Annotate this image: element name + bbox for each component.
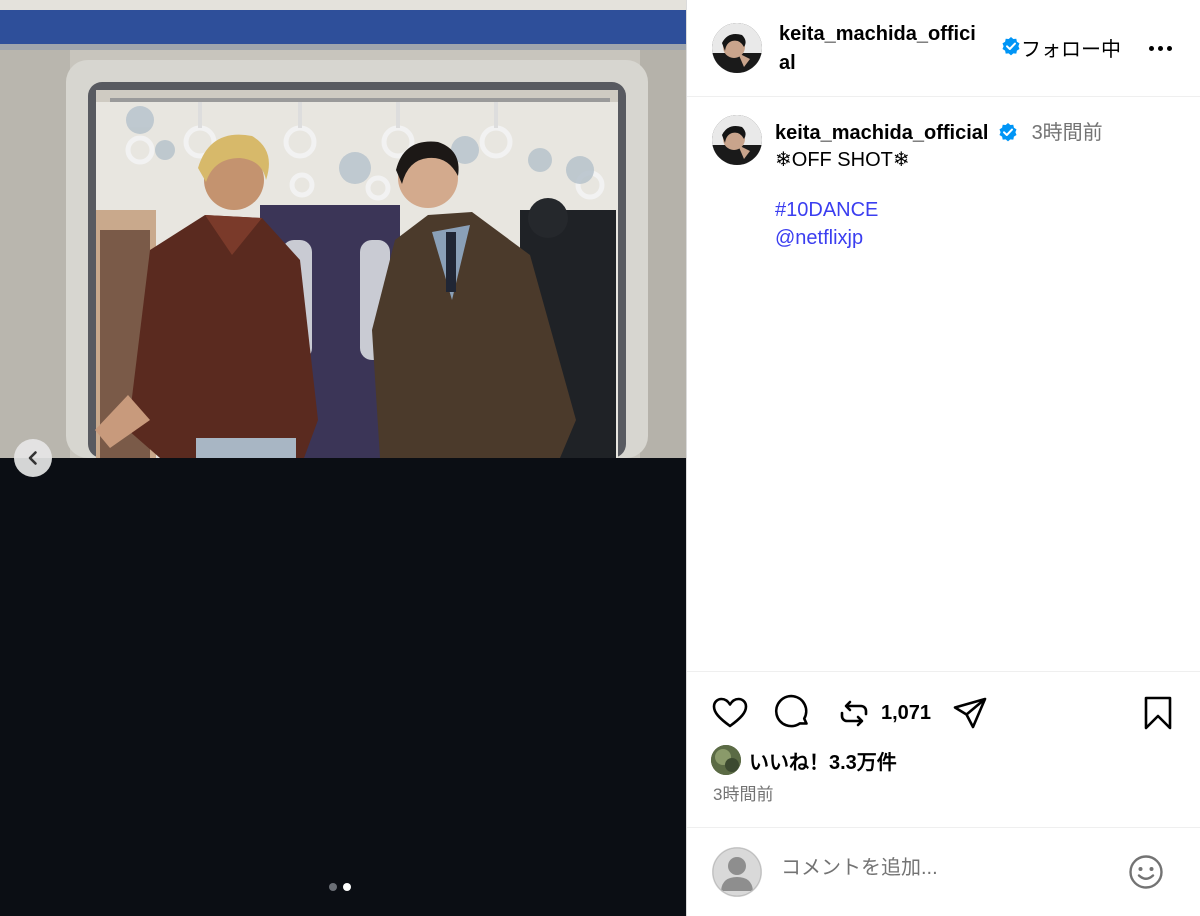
caption-text: ❄OFF SHOT❄: [775, 149, 910, 171]
carousel-dot: [329, 883, 337, 891]
verified-badge-icon: [1002, 37, 1020, 56]
share-icon[interactable]: [951, 694, 989, 732]
repost-count: 1,071: [881, 702, 932, 724]
viewer-avatar: [712, 847, 762, 897]
hashtag-link[interactable]: #10DANCE: [775, 199, 878, 222]
post-caption: keita_machida_official 3時間前 ❄OFF SHOT❄ #…: [687, 98, 1200, 670]
bookmark-icon[interactable]: [1139, 694, 1177, 732]
author-avatar[interactable]: [712, 23, 762, 73]
post-header: keita_machida_offici al フォロー中: [687, 0, 1200, 97]
username-line-2: al: [779, 52, 796, 74]
liker-avatar: [711, 745, 741, 775]
verified-badge-icon: [999, 123, 1017, 142]
carousel-prev-button[interactable]: [14, 439, 52, 477]
caption-header: keita_machida_official 3時間前: [775, 116, 1103, 145]
comment-icon[interactable]: [773, 694, 811, 732]
chevron-left-icon: [28, 451, 37, 465]
caption-timestamp: 3時間前: [1031, 122, 1103, 144]
likes-summary[interactable]: いいね！3.3万件: [711, 744, 897, 776]
more-icon: [1148, 45, 1154, 51]
post-media: [0, 0, 686, 916]
username-line-1: keita_machida_offici: [779, 23, 976, 45]
caption-username[interactable]: keita_machida_official: [775, 122, 988, 144]
post-actions: 1,071 いいね！3.3万件 3時間前: [687, 671, 1200, 916]
likes-count: いいね！3.3万件: [749, 751, 897, 774]
following-button[interactable]: フォロー中: [1021, 33, 1121, 62]
emoji-icon[interactable]: [1127, 853, 1165, 891]
more-options-button[interactable]: [1147, 38, 1173, 58]
comment-composer: [687, 827, 1200, 916]
carousel-dot-active: [343, 883, 351, 891]
repost-icon[interactable]: [835, 694, 873, 732]
author-username[interactable]: keita_machida_offici al: [779, 20, 1001, 78]
post-side-panel: keita_machida_offici al フォロー中 keita_mach…: [686, 0, 1200, 916]
mention-link[interactable]: @netflixjp: [775, 227, 863, 250]
heart-icon[interactable]: [711, 694, 749, 732]
carousel-indicator: [329, 883, 351, 891]
post-timestamp: 3時間前: [713, 785, 774, 804]
post-photo: [0, 0, 686, 458]
comment-input[interactable]: [781, 857, 1101, 880]
caption-author-avatar[interactable]: [712, 115, 762, 165]
